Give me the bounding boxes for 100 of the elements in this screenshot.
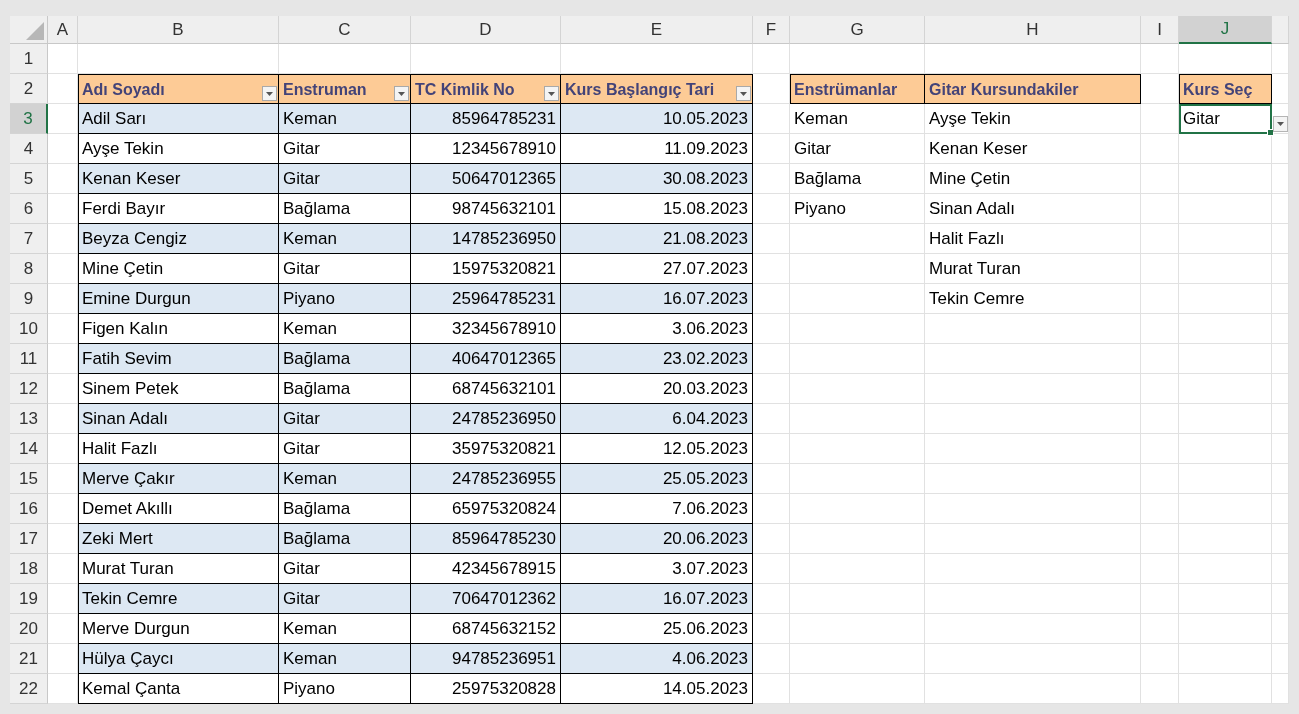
- empty-cell[interactable]: [753, 314, 790, 344]
- select-all-icon[interactable]: [26, 22, 44, 40]
- empty-cell[interactable]: [1272, 524, 1289, 554]
- empty-cell[interactable]: [925, 644, 1141, 674]
- empty-cell[interactable]: [925, 404, 1141, 434]
- column-header[interactable]: E: [561, 16, 753, 44]
- empty-cell[interactable]: [925, 434, 1141, 464]
- empty-cell[interactable]: [1179, 554, 1272, 584]
- empty-cell[interactable]: [1141, 434, 1179, 464]
- empty-cell[interactable]: [1141, 134, 1179, 164]
- empty-cell[interactable]: [1179, 254, 1272, 284]
- empty-cell[interactable]: [1272, 74, 1289, 104]
- row-header[interactable]: 7: [10, 224, 48, 254]
- empty-cell[interactable]: [1272, 104, 1289, 134]
- row-header[interactable]: 1: [10, 44, 48, 74]
- empty-cell[interactable]: [925, 674, 1141, 704]
- empty-cell[interactable]: [753, 674, 790, 704]
- row-header[interactable]: 15: [10, 464, 48, 494]
- empty-cell[interactable]: [1141, 104, 1179, 134]
- empty-cell[interactable]: [1272, 494, 1289, 524]
- empty-cell[interactable]: [1141, 494, 1179, 524]
- empty-cell[interactable]: [790, 554, 925, 584]
- empty-cell[interactable]: [1179, 194, 1272, 224]
- empty-cell[interactable]: [925, 554, 1141, 584]
- empty-cell[interactable]: [1179, 404, 1272, 434]
- column-header[interactable]: I: [1141, 16, 1179, 44]
- empty-cell[interactable]: [1179, 134, 1272, 164]
- empty-cell[interactable]: [1272, 344, 1289, 374]
- empty-cell[interactable]: [1272, 224, 1289, 254]
- empty-cell[interactable]: [1179, 674, 1272, 704]
- dropdown-button[interactable]: [1273, 116, 1288, 132]
- empty-cell[interactable]: [1272, 614, 1289, 644]
- empty-cell[interactable]: [790, 464, 925, 494]
- empty-cell[interactable]: [790, 404, 925, 434]
- empty-cell[interactable]: [1141, 374, 1179, 404]
- column-header[interactable]: A: [48, 16, 78, 44]
- empty-cell[interactable]: [1179, 284, 1272, 314]
- empty-cell[interactable]: [1272, 374, 1289, 404]
- empty-cell[interactable]: [790, 524, 925, 554]
- empty-cell[interactable]: [925, 614, 1141, 644]
- empty-cell[interactable]: [1141, 254, 1179, 284]
- column-header[interactable]: C: [279, 16, 411, 44]
- empty-cell[interactable]: [1141, 614, 1179, 644]
- empty-cell[interactable]: [925, 374, 1141, 404]
- empty-cell[interactable]: [790, 314, 925, 344]
- row-header[interactable]: 20: [10, 614, 48, 644]
- row-header[interactable]: 9: [10, 284, 48, 314]
- row-header[interactable]: 5: [10, 164, 48, 194]
- empty-cell[interactable]: [1141, 584, 1179, 614]
- empty-cell[interactable]: [1141, 194, 1179, 224]
- empty-cell[interactable]: [790, 254, 925, 284]
- empty-cell[interactable]: [753, 374, 790, 404]
- column-header[interactable]: F: [753, 16, 790, 44]
- empty-cell[interactable]: [1179, 494, 1272, 524]
- empty-cell[interactable]: [753, 434, 790, 464]
- empty-cell[interactable]: [753, 134, 790, 164]
- empty-cell[interactable]: [1179, 464, 1272, 494]
- row-header[interactable]: 8: [10, 254, 48, 284]
- empty-cell[interactable]: [1272, 254, 1289, 284]
- row-header[interactable]: 6: [10, 194, 48, 224]
- empty-cell[interactable]: [1141, 314, 1179, 344]
- empty-cell[interactable]: [753, 44, 790, 74]
- row-header[interactable]: 13: [10, 404, 48, 434]
- empty-cell[interactable]: [790, 434, 925, 464]
- empty-cell[interactable]: [1141, 404, 1179, 434]
- empty-cell[interactable]: [1272, 284, 1289, 314]
- empty-cell[interactable]: [925, 344, 1141, 374]
- empty-cell[interactable]: [753, 194, 790, 224]
- filter-button[interactable]: [544, 86, 559, 101]
- row-header[interactable]: 19: [10, 584, 48, 614]
- empty-cell[interactable]: [1272, 134, 1289, 164]
- row-header[interactable]: 22: [10, 674, 48, 704]
- empty-cell[interactable]: [925, 464, 1141, 494]
- empty-cell[interactable]: [1141, 644, 1179, 674]
- column-header[interactable]: G: [790, 16, 925, 44]
- empty-cell[interactable]: [1272, 584, 1289, 614]
- empty-cell[interactable]: [753, 494, 790, 524]
- empty-cell[interactable]: [1179, 524, 1272, 554]
- column-header[interactable]: D: [411, 16, 561, 44]
- empty-cell[interactable]: [1179, 614, 1272, 644]
- empty-cell[interactable]: [1272, 404, 1289, 434]
- empty-cell[interactable]: [790, 224, 925, 254]
- empty-cell[interactable]: [1141, 284, 1179, 314]
- empty-cell[interactable]: [1179, 434, 1272, 464]
- empty-cell[interactable]: [1179, 164, 1272, 194]
- empty-cell[interactable]: [1179, 584, 1272, 614]
- empty-cell[interactable]: [1179, 374, 1272, 404]
- empty-cell[interactable]: [1141, 224, 1179, 254]
- empty-cell[interactable]: [1141, 44, 1179, 74]
- empty-cell[interactable]: [1141, 554, 1179, 584]
- empty-cell[interactable]: [925, 314, 1141, 344]
- row-header[interactable]: 21: [10, 644, 48, 674]
- empty-cell[interactable]: [790, 584, 925, 614]
- empty-cell[interactable]: [1141, 464, 1179, 494]
- column-header[interactable]: B: [78, 16, 279, 44]
- row-header[interactable]: 10: [10, 314, 48, 344]
- empty-cell[interactable]: [790, 674, 925, 704]
- row-header[interactable]: 16: [10, 494, 48, 524]
- empty-cell[interactable]: [925, 494, 1141, 524]
- filter-button[interactable]: [262, 86, 277, 101]
